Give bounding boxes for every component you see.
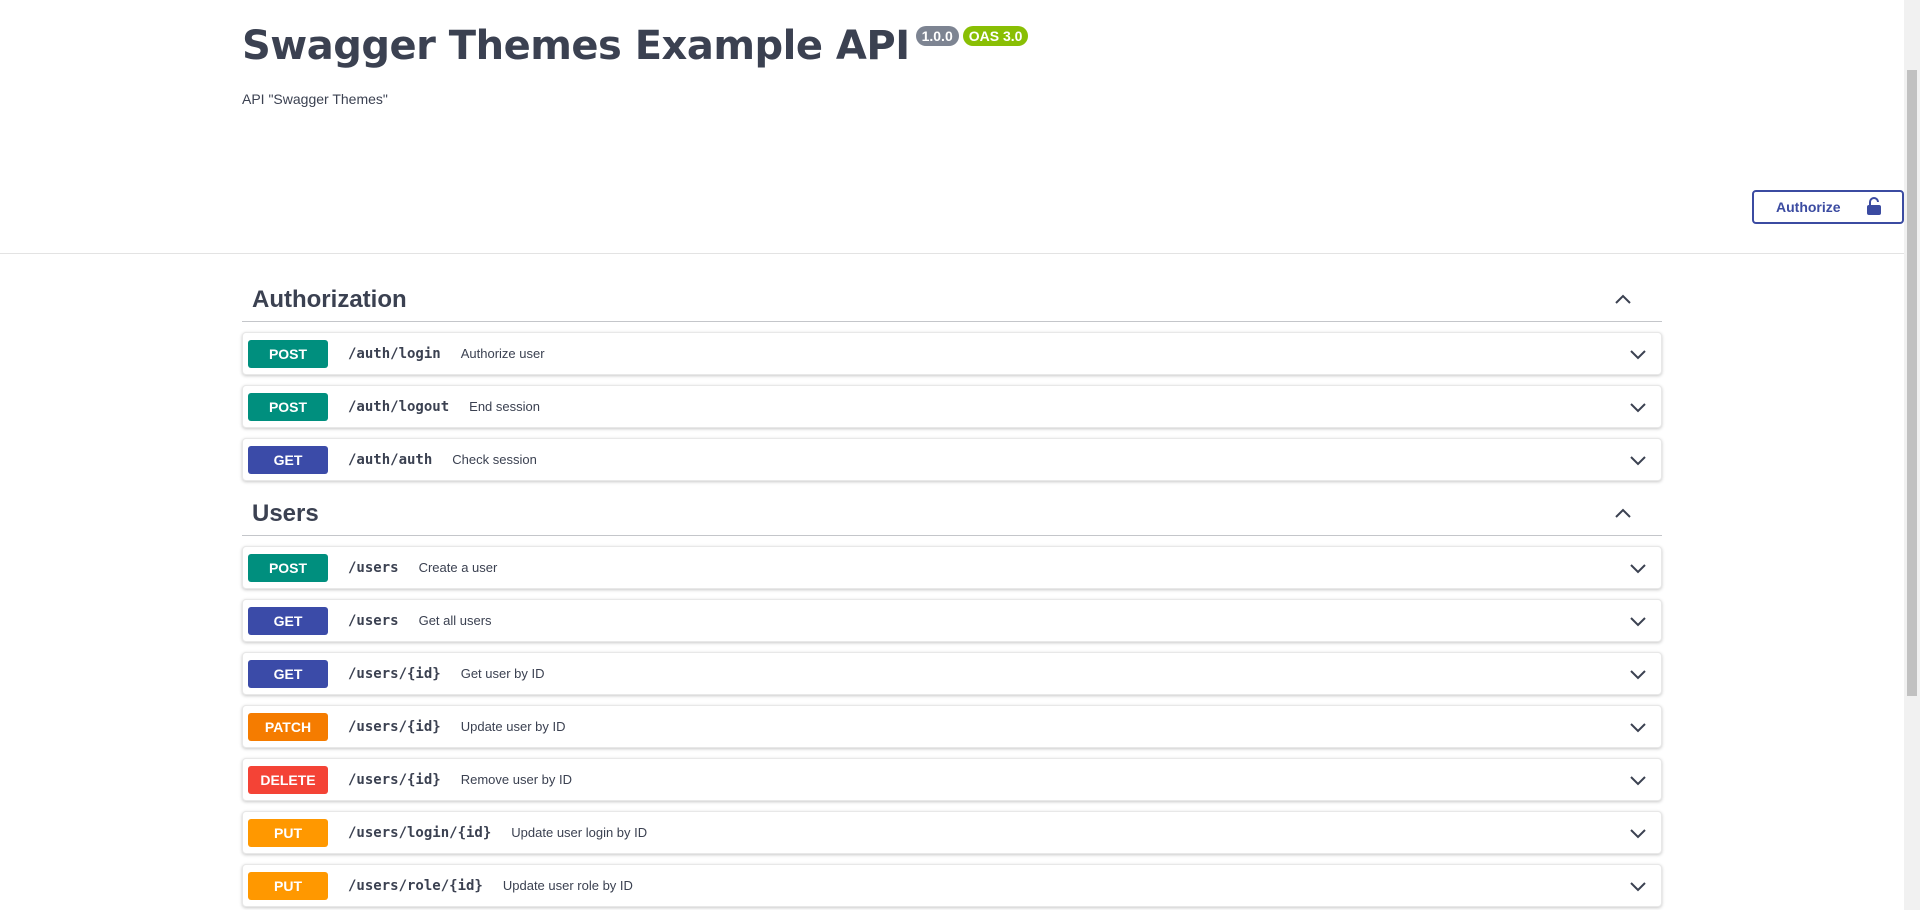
chevron-down-icon[interactable]	[1627, 769, 1649, 791]
method-badge: GET	[248, 606, 328, 635]
operation-path: /users/role/{id}	[348, 877, 483, 894]
tag-header-users[interactable]: Users	[242, 490, 1662, 536]
api-description: API "Swagger Themes"	[242, 91, 388, 107]
method-badge: PATCH	[248, 712, 328, 741]
operation-summary: Create a user	[418, 560, 498, 575]
chevron-up-icon[interactable]	[1612, 502, 1634, 524]
page-scrollbar[interactable]	[1904, 0, 1920, 910]
api-info: Swagger Themes Example API 1.0.0 OAS 3.0…	[242, 0, 1904, 253]
swagger-page: Swagger Themes Example API 1.0.0 OAS 3.0…	[0, 0, 1904, 910]
operation-row[interactable]: POST /auth/login Authorize user	[242, 332, 1662, 375]
chevron-down-icon[interactable]	[1627, 663, 1649, 685]
method-badge: PUT	[248, 818, 328, 847]
operation-row[interactable]: POST /auth/logout End session	[242, 385, 1662, 428]
operation-path: /auth/logout	[348, 398, 450, 415]
operation-path: /auth/auth	[348, 451, 433, 468]
operation-row[interactable]: GET /auth/auth Check session	[242, 438, 1662, 481]
tag-section-users: Users POST /users Create a user GET /use…	[242, 490, 1662, 907]
operation-path: /users	[348, 612, 399, 629]
method-badge: POST	[248, 339, 328, 368]
operation-row[interactable]: PATCH /users/{id} Update user by ID	[242, 705, 1662, 748]
operation-summary: Remove user by ID	[460, 772, 572, 787]
tag-title: Users	[252, 500, 319, 527]
operation-row[interactable]: POST /users Create a user	[242, 546, 1662, 589]
method-badge: GET	[248, 445, 328, 474]
chevron-down-icon[interactable]	[1627, 610, 1649, 632]
chevron-down-icon[interactable]	[1627, 716, 1649, 738]
header-divider	[0, 253, 1904, 254]
method-badge: POST	[248, 392, 328, 421]
chevron-down-icon[interactable]	[1627, 449, 1649, 471]
operation-path: /users/{id}	[348, 771, 441, 788]
operation-summary: Authorize user	[460, 346, 545, 361]
operation-summary: Get all users	[418, 613, 492, 628]
operation-summary: Get user by ID	[460, 666, 545, 681]
api-title: Swagger Themes Example API	[242, 23, 910, 69]
operation-row[interactable]: GET /users Get all users	[242, 599, 1662, 642]
operation-path: /users/{id}	[348, 665, 441, 682]
method-badge: PUT	[248, 871, 328, 900]
method-badge: POST	[248, 553, 328, 582]
operation-row[interactable]: PUT /users/login/{id} Update user login …	[242, 811, 1662, 854]
operation-path: /users/login/{id}	[348, 824, 492, 841]
operation-path: /auth/login	[348, 345, 441, 362]
chevron-down-icon[interactable]	[1627, 396, 1649, 418]
title-row: Swagger Themes Example API 1.0.0 OAS 3.0	[242, 22, 1029, 70]
operation-row[interactable]: PUT /users/role/{id} Update user role by…	[242, 864, 1662, 907]
method-badge: DELETE	[248, 765, 328, 794]
unlock-icon	[1866, 196, 1882, 219]
tag-title: Authorization	[252, 286, 407, 313]
operation-summary: Update user by ID	[460, 719, 566, 734]
operation-path: /users	[348, 559, 399, 576]
authorize-label: Authorize	[1776, 199, 1841, 215]
authorize-button[interactable]: Authorize	[1752, 190, 1904, 224]
operation-summary: Update user login by ID	[511, 825, 648, 840]
method-badge: GET	[248, 659, 328, 688]
chevron-down-icon[interactable]	[1627, 343, 1649, 365]
tag-section-authorization: Authorization POST /auth/login Authorize…	[242, 276, 1662, 481]
chevron-down-icon[interactable]	[1627, 822, 1649, 844]
operation-summary: Check session	[452, 452, 537, 467]
scrollbar-thumb[interactable]	[1907, 70, 1917, 696]
oas-badge: OAS 3.0	[962, 26, 1029, 46]
version-badges: 1.0.0 OAS 3.0	[915, 26, 1029, 46]
operation-summary: Update user role by ID	[502, 878, 633, 893]
operation-summary: End session	[469, 399, 540, 414]
chevron-down-icon[interactable]	[1627, 875, 1649, 897]
operation-path: /users/{id}	[348, 718, 441, 735]
chevron-down-icon[interactable]	[1627, 557, 1649, 579]
operation-row[interactable]: GET /users/{id} Get user by ID	[242, 652, 1662, 695]
chevron-up-icon[interactable]	[1612, 288, 1634, 310]
version-badge: 1.0.0	[915, 26, 959, 46]
operation-row[interactable]: DELETE /users/{id} Remove user by ID	[242, 758, 1662, 801]
tag-header-authorization[interactable]: Authorization	[242, 276, 1662, 322]
